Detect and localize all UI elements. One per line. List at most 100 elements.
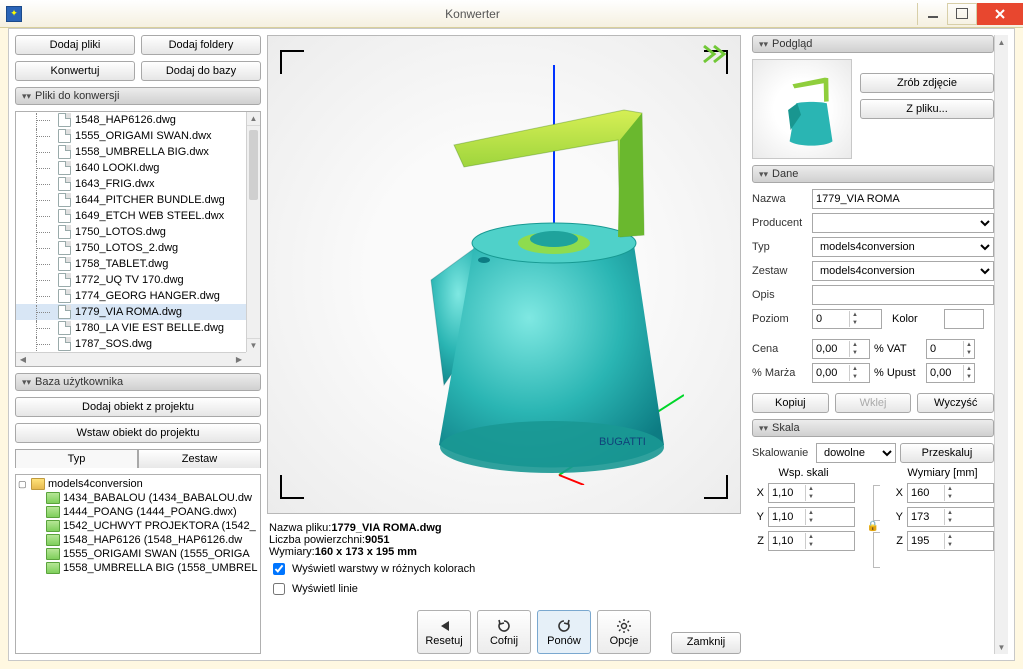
tree-root[interactable]: ▢models4conversion [18,477,258,491]
lock-aspect[interactable]: 🔒 [867,485,879,568]
add-files-button[interactable]: Dodaj pliki [15,35,135,55]
spin-level[interactable]: ▲▼ [812,309,882,329]
file-row[interactable]: 1548_HAP6126.dwg [16,112,246,128]
file-row[interactable]: 1758_TABLET.dwg [16,256,246,272]
spin-price[interactable]: ▲▼ [812,339,870,359]
input-sz[interactable] [769,533,805,549]
spin-discount[interactable]: ▲▼ [926,363,975,383]
preview-panel-header[interactable]: ▾▾ Podgląd [752,35,994,53]
userdb-panel-header[interactable]: ▾▾ Baza użytkownika [15,373,261,391]
file-row[interactable]: 1644_PITCHER BUNDLE.dwg [16,192,246,208]
select-scaling[interactable]: dowolne [816,443,896,463]
window-maximize-button[interactable] [947,3,977,25]
input-desc[interactable] [812,285,994,305]
right-scrollbar[interactable]: ▲▼ [994,35,1008,654]
from-file-button[interactable]: Z pliku... [860,99,994,119]
spin-sx[interactable]: ▲▼ [768,483,855,503]
input-mz[interactable] [908,533,944,549]
files-scrollbar-v[interactable]: ▲▼ [246,112,260,352]
chk-lines[interactable]: Wyświetl linie [269,580,739,598]
reset-button[interactable]: Resetuj [417,610,471,654]
file-row[interactable]: 1750_LOTOS_2.dwg [16,240,246,256]
chk-layers[interactable]: Wyświetl warstwy w różnych kolorach [269,560,739,578]
redo-button[interactable]: Ponów [537,610,591,654]
tab-type[interactable]: Typ [15,449,138,468]
file-row[interactable]: 1787_SOS.dwg [16,336,246,352]
chk-lines-input[interactable] [273,583,285,595]
window-minimize-button[interactable] [917,3,947,25]
files-list[interactable]: 1548_HAP6126.dwg1555_ORIGAMI SWAN.dwx155… [15,111,261,367]
spin-mz[interactable]: ▲▼ [907,531,994,551]
file-icon [58,225,71,239]
file-row[interactable]: 1750_LOTOS.dwg [16,224,246,240]
input-discount[interactable] [927,365,963,381]
left-panel: Dodaj pliki Dodaj foldery Konwertuj Doda… [15,35,261,654]
input-price[interactable] [813,341,849,357]
spin-mx[interactable]: ▲▼ [907,483,994,503]
spin-sz[interactable]: ▲▼ [768,531,855,551]
reset-label: Resetuj [425,635,462,647]
viewport-3d[interactable]: BUGATTI [267,35,741,514]
paste-button[interactable]: Wklej [835,393,912,413]
input-margin[interactable] [813,365,849,381]
window-close-button[interactable] [977,3,1023,25]
tab-set[interactable]: Zestaw [138,449,261,468]
add-folders-button[interactable]: Dodaj foldery [141,35,261,55]
userdb-tree[interactable]: ▢models4conversion1434_BABALOU (1434_BAB… [15,474,261,654]
file-row-label: 1779_VIA ROMA.dwg [75,306,182,318]
tree-item-label: 1542_UCHWYT PROJEKTORA (1542_ [63,520,256,532]
file-row[interactable]: 1779_VIA ROMA.dwg [16,304,246,320]
file-row[interactable]: 1774_GEORG HANGER.dwg [16,288,246,304]
chk-layers-input[interactable] [273,563,285,575]
input-level[interactable] [813,311,849,327]
add-to-db-button[interactable]: Dodaj do bazy [141,61,261,81]
tree-item[interactable]: 1558_UMBRELLA BIG (1558_UMBREL [18,561,258,575]
tree-item[interactable]: 1542_UCHWYT PROJEKTORA (1542_ [18,519,258,533]
next-arrow-icon[interactable] [702,44,730,67]
options-button[interactable]: Opcje [597,610,651,654]
file-row[interactable]: 1772_UQ TV 170.dwg [16,272,246,288]
select-type[interactable]: models4conversion [812,237,994,257]
insert-object-into-project-button[interactable]: Wstaw obiekt do projektu [15,423,261,443]
close-button[interactable]: Zamknij [671,632,741,654]
take-photo-button[interactable]: Zrób zdjęcie [860,73,994,93]
select-set[interactable]: models4conversion [812,261,994,281]
file-row[interactable]: 1649_ETCH WEB STEEL.dwx [16,208,246,224]
color-swatch[interactable] [944,309,984,329]
input-my[interactable] [908,509,944,525]
files-scrollbar-h[interactable]: ◀▶ [16,352,246,366]
input-sy[interactable] [769,509,805,525]
files-panel-header[interactable]: ▾▾ Pliki do konwersji [15,87,261,105]
input-name[interactable] [812,189,994,209]
folder-icon [31,478,45,490]
rescale-button[interactable]: Przeskaluj [900,443,994,463]
scale-panel-header[interactable]: ▾▾ Skala [752,419,994,437]
input-mx[interactable] [908,485,944,501]
data-panel-header[interactable]: ▾▾ Dane [752,165,994,183]
select-producer[interactable] [812,213,994,233]
add-object-from-project-button[interactable]: Dodaj obiekt z projektu [15,397,261,417]
input-sx[interactable] [769,485,805,501]
spin-vat[interactable]: ▲▼ [926,339,975,359]
spin-my[interactable]: ▲▼ [907,507,994,527]
spin-margin[interactable]: ▲▼ [812,363,870,383]
tree-item[interactable]: 1444_POANG (1444_POANG.dwx) [18,505,258,519]
undo-button[interactable]: Cofnij [477,610,531,654]
file-row-label: 1774_GEORG HANGER.dwg [75,290,220,302]
tree-item[interactable]: 1434_BABALOU (1434_BABALOU.dw [18,491,258,505]
file-row[interactable]: 1643_FRIG.dwx [16,176,246,192]
convert-button[interactable]: Konwertuj [15,61,135,81]
file-name-label: Nazwa pliku: [269,522,331,534]
clear-button[interactable]: Wyczyść [917,393,994,413]
tree-item[interactable]: 1555_ORIGAMI SWAN (1555_ORIGA [18,547,258,561]
file-row[interactable]: 1780_LA VIE EST BELLE.dwg [16,320,246,336]
spin-sy[interactable]: ▲▼ [768,507,855,527]
input-vat[interactable] [927,341,963,357]
file-row[interactable]: 1555_ORIGAMI SWAN.dwx [16,128,246,144]
chk-lines-label: Wyświetl linie [292,583,358,595]
copy-button[interactable]: Kopiuj [752,393,829,413]
tree-item[interactable]: 1548_HAP6126 (1548_HAP6126.dw [18,533,258,547]
file-row[interactable]: 1640 LOOKI.dwg [16,160,246,176]
file-row[interactable]: 1558_UMBRELLA BIG.dwx [16,144,246,160]
chevron-down-icon: ▾▾ [22,377,31,388]
